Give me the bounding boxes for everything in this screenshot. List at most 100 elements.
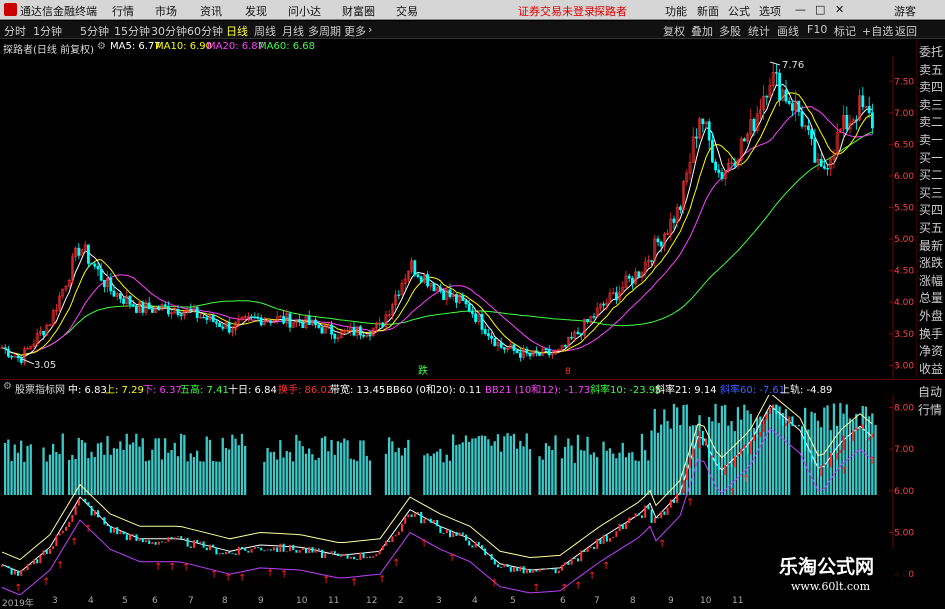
tool-mark[interactable]: 标记 bbox=[834, 23, 856, 39]
side-panel-item[interactable]: 卖一 bbox=[919, 131, 943, 148]
login-status[interactable]: 证券交易未登录 bbox=[518, 3, 595, 19]
menu-discover[interactable]: 发现 bbox=[245, 3, 267, 19]
period-1min[interactable]: 1分钟 bbox=[33, 23, 62, 39]
side-panel-item[interactable]: 买一 bbox=[919, 149, 943, 166]
candle-body bbox=[301, 321, 305, 329]
side-panel-item[interactable]: 买三 bbox=[919, 184, 943, 201]
indicator-candle bbox=[599, 538, 602, 544]
restore-icon[interactable]: □ bbox=[815, 3, 825, 16]
tool-stats[interactable]: 统计 bbox=[748, 23, 770, 39]
tool-adjust[interactable]: 复权 bbox=[663, 23, 685, 39]
indicator-candle bbox=[215, 547, 218, 555]
period-multi[interactable]: 多周期 bbox=[308, 23, 341, 39]
tool-overlay[interactable]: 叠加 bbox=[691, 23, 713, 39]
tool-draw[interactable]: 画线 bbox=[777, 23, 799, 39]
side-panel-item[interactable]: 卖二 bbox=[919, 113, 943, 130]
side-panel-item[interactable]: 卖五 bbox=[919, 61, 943, 78]
side-panel-item[interactable]: 换手 bbox=[919, 325, 943, 342]
menu-options[interactable]: 选项 bbox=[759, 3, 781, 19]
side-panel-item[interactable]: 买五 bbox=[919, 219, 943, 236]
candle-body bbox=[333, 334, 337, 339]
buy-signal-arrow: ↑ bbox=[392, 558, 400, 569]
indicator-name[interactable]: 股票指标网 bbox=[15, 381, 65, 396]
histogram-bar bbox=[839, 403, 842, 495]
histogram-bar bbox=[362, 440, 365, 495]
histogram-bar bbox=[266, 447, 269, 495]
menu-new-page[interactable]: 新面 bbox=[697, 3, 719, 19]
guest-label[interactable]: 游客 bbox=[894, 3, 916, 19]
indicator-panel-item[interactable]: 自动 bbox=[918, 383, 942, 400]
histogram-bar bbox=[343, 438, 346, 495]
indicator-settings-icon[interactable]: ⚙ bbox=[3, 381, 12, 392]
tool-back[interactable]: 返回 bbox=[895, 23, 917, 39]
side-panel-item[interactable]: 委托 bbox=[919, 43, 943, 60]
tool-multistock[interactable]: 多股 bbox=[719, 23, 741, 39]
settings-icon[interactable]: ⚙ bbox=[97, 41, 106, 52]
chevron-right-icon[interactable]: › bbox=[368, 23, 372, 36]
indicator-info-line: ⚙ 股票指标网 中: 6.83 上: 7.29 下: 6.37 五高: 7.41 十日:… bbox=[0, 379, 945, 396]
period-more[interactable]: 更多 bbox=[344, 23, 366, 39]
period-monthly[interactable]: 月线 bbox=[282, 23, 304, 39]
menu-wealth[interactable]: 财富圈 bbox=[342, 3, 375, 19]
indicator-candle bbox=[631, 517, 634, 518]
period-daily[interactable]: 日线 bbox=[226, 23, 248, 39]
indicator-candle bbox=[791, 416, 794, 426]
close-icon[interactable]: ✕ bbox=[835, 3, 844, 16]
histogram-bar bbox=[551, 449, 554, 495]
side-panel-item[interactable]: 最新 bbox=[919, 237, 943, 254]
candle-body bbox=[701, 118, 705, 125]
date-label: 11 bbox=[328, 596, 340, 606]
indicator-candle bbox=[692, 448, 695, 458]
indicator-candle bbox=[378, 550, 381, 555]
date-label: 7 bbox=[594, 596, 600, 606]
candle-body bbox=[195, 306, 199, 318]
side-panel-item[interactable]: 涨跌 bbox=[919, 254, 943, 271]
indicator-candle bbox=[605, 535, 608, 542]
indicator-candle bbox=[807, 450, 810, 452]
side-panel-item[interactable]: 买四 bbox=[919, 201, 943, 218]
indicator-candle bbox=[695, 448, 698, 450]
period-weekly[interactable]: 周线 bbox=[254, 23, 276, 39]
side-panel-item[interactable]: 净资 bbox=[919, 342, 943, 359]
menu-trade[interactable]: 交易 bbox=[396, 3, 418, 19]
indicator-candle bbox=[570, 558, 573, 565]
indicator-candle bbox=[689, 457, 691, 468]
histogram-bar bbox=[471, 438, 474, 495]
side-panel-item[interactable]: 涨幅 bbox=[919, 272, 943, 289]
menu-market[interactable]: 市场 bbox=[155, 3, 177, 19]
menu-function[interactable]: 功能 bbox=[665, 3, 687, 19]
period-5min[interactable]: 5分钟 bbox=[80, 23, 109, 39]
candle-body bbox=[800, 111, 804, 127]
menu-ask[interactable]: 问小达 bbox=[288, 3, 321, 19]
kline-chart[interactable]: 7.50 7.00 6.50 6.00 5.50 5.00 4.50 4.00 3.50 3.00… bbox=[0, 56, 916, 378]
candle-body bbox=[525, 348, 529, 354]
side-panel-item[interactable]: 卖三 bbox=[919, 96, 943, 113]
side-panel-item[interactable]: 总量 bbox=[919, 289, 943, 306]
price-tick: 5.50 bbox=[894, 204, 914, 214]
histogram-bar bbox=[634, 460, 637, 495]
histogram-bar bbox=[189, 453, 192, 495]
period-30min[interactable]: 30分钟 bbox=[151, 23, 187, 39]
side-panel-item[interactable]: 外盘 bbox=[919, 307, 943, 324]
menu-news[interactable]: 资讯 bbox=[200, 3, 222, 19]
side-panel-item[interactable]: 买二 bbox=[919, 166, 943, 183]
tool-add-watchlist[interactable]: +自选 bbox=[862, 23, 893, 39]
candle-body bbox=[822, 166, 826, 169]
period-timeshare[interactable]: 分时 bbox=[4, 23, 26, 39]
indicator-candle bbox=[349, 556, 352, 559]
menu-quotes[interactable]: 行情 bbox=[112, 3, 134, 19]
histogram-bar bbox=[765, 411, 768, 495]
buy-signal-arrow: ↑ bbox=[350, 578, 358, 589]
menu-formula[interactable]: 公式 bbox=[728, 3, 750, 19]
histogram-bar bbox=[672, 403, 676, 495]
side-panel-item[interactable]: 收益 bbox=[919, 360, 943, 377]
tool-f10[interactable]: F10 bbox=[807, 23, 827, 36]
minimize-icon[interactable]: — bbox=[795, 3, 806, 16]
buy-signal-arrow: ↑ bbox=[266, 569, 274, 580]
period-15min[interactable]: 15分钟 bbox=[114, 23, 150, 39]
histogram-bar bbox=[663, 409, 666, 495]
histogram-bar bbox=[618, 452, 621, 495]
side-panel-item[interactable]: 卖四 bbox=[919, 78, 943, 95]
period-60min[interactable]: 60分钟 bbox=[187, 23, 223, 39]
indicator-panel-item[interactable]: 行情 bbox=[918, 401, 942, 418]
